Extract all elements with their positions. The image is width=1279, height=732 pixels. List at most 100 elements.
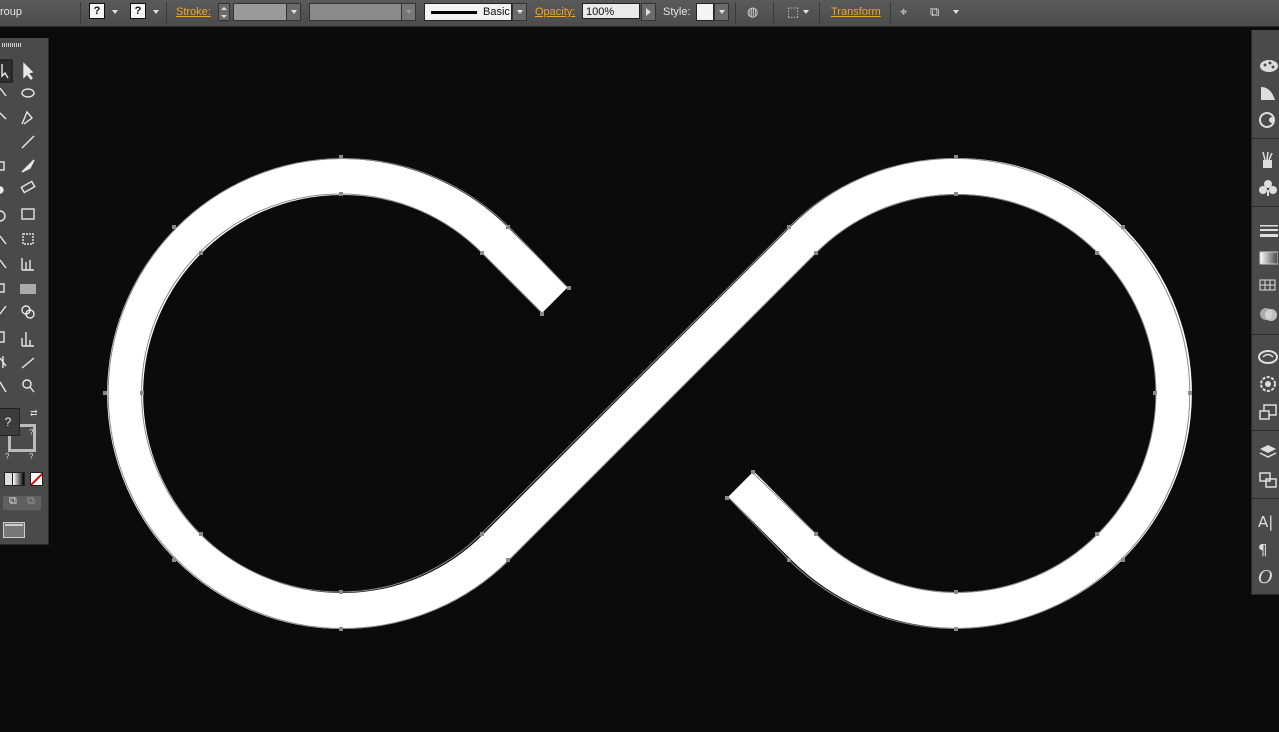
infinity-artwork[interactable] [107,158,1192,629]
pen-tool-icon-partial [0,112,7,120]
swatches-grid-icon[interactable] [1258,276,1279,296]
swap-fill-stroke-icon[interactable]: ⇄ [30,408,38,419]
stroke-link[interactable]: Stroke: [176,6,211,18]
graphic-style-swatch[interactable] [696,3,714,21]
paragraph-glyph: ¶ [1258,541,1268,559]
selection-type-label: roup [0,6,23,18]
screen-mode-button[interactable] [3,522,25,538]
stroke-dropdown-arrow[interactable] [153,10,159,14]
tool-icons [0,59,36,393]
none-mode-button[interactable] [30,472,43,486]
rotate-tool-icon [0,210,6,222]
gradient-tool-icon [20,284,36,294]
artboards-icon[interactable] [1258,402,1279,422]
panel-grip[interactable] [2,43,22,47]
recolor-artwork-icon[interactable]: ◍ [747,3,758,21]
fill-swatch-large[interactable]: ? [0,408,20,436]
dock-divider [1252,206,1279,207]
dock-divider [1252,498,1279,499]
dock-divider [1252,334,1279,335]
appearance-icon[interactable] [1258,110,1279,130]
brushes-icon[interactable] [1258,150,1279,170]
free-transform-tool-icon [22,233,34,245]
artboard-canvas[interactable] [0,0,1279,732]
stroke-weight-dropdown[interactable] [286,3,301,21]
column-graph-tool-icon [21,332,34,347]
draw-normal-icon[interactable]: ⧉ [9,495,17,508]
tools-panel: ? ? ? ? ⇄ ⧉ ⧉ [0,38,49,545]
line-tool-icon [21,135,35,149]
layers-icon[interactable] [1258,442,1279,462]
stroke-weight-field[interactable] [233,3,287,21]
artboard-tool-icon [0,356,7,368]
rectangle-tool-icon [0,161,5,171]
brush-label: Basic [483,6,510,18]
isolate-group-icon[interactable]: ⌖ [900,3,907,21]
dock-divider [1252,138,1279,139]
brush-definition[interactable]: Basic [424,3,512,21]
transparency-icon[interactable] [1258,304,1279,324]
dock-divider [1252,430,1279,431]
color-themes-icon[interactable] [1258,374,1279,394]
color-guide-icon[interactable] [1258,56,1279,76]
variable-width-profile[interactable] [309,3,403,21]
brush-preview [431,10,477,14]
transform-panel-icon[interactable] [1258,470,1279,490]
color-mode-row [4,472,43,486]
width-tool-icon [0,235,7,245]
brush-dropdown[interactable] [512,3,527,21]
divider [166,2,167,24]
symbol-sprayer-tool-icon [0,331,5,343]
drawing-modes[interactable]: ⧉ ⧉ [3,495,41,510]
stroke-swatch[interactable]: ? [130,3,146,19]
divider [819,2,820,24]
profile-dropdown[interactable] [401,3,416,21]
blob-brush-tool-icon [0,186,4,194]
pen-tool-icon [21,110,34,125]
stroke-indicator: ? [29,428,34,437]
graph-tool-icon-a [21,258,34,271]
control-bar: roup ? ? Stroke: Basic Opacity: 100% Sty… [0,0,1279,27]
zoom-tool-icon [29,386,35,393]
draw-behind-icon[interactable]: ⧉ [27,495,35,508]
transform-link[interactable]: Transform [831,6,881,18]
gradient-panel-icon[interactable] [1258,83,1279,103]
paragraph-icon[interactable]: ¶ [1258,540,1279,560]
fill-swatch[interactable]: ? [89,3,105,19]
slice-tool-icon [21,357,35,369]
eyedropper-tool-icon [0,305,7,315]
opentype-glyph: O [1258,567,1273,588]
magic-wand-tool-icon [0,87,7,97]
divider [890,2,891,24]
opacity-field[interactable]: 100% [582,3,640,19]
shape-builder-tool-icon [0,259,7,269]
gradient-mode-button[interactable] [12,472,25,486]
style-label: Style: [663,6,691,18]
creative-cloud-libraries-icon[interactable] [1258,346,1279,366]
direct-selection-tool-icon [23,62,34,81]
lasso-tool-icon [21,88,35,98]
opacity-slider-button[interactable] [641,3,656,21]
opentype-icon[interactable]: O [1258,568,1279,588]
character-glyph: A| [1258,513,1274,531]
right-panel-dock: A| ¶ O [1251,30,1279,595]
stroke-weight-stepper[interactable] [218,3,230,21]
character-icon[interactable]: A| [1258,512,1279,532]
stroke-panel-icon[interactable] [1258,220,1279,240]
hand-tool-icon [0,381,7,393]
gradient-swatch-icon[interactable] [1258,248,1279,268]
arrange-dropdown-arrow[interactable] [953,10,959,14]
divider [80,2,81,24]
align-dropdown-arrow[interactable] [803,10,809,14]
arrange-documents-icon[interactable]: ⧉ [930,3,939,21]
symbols-icon[interactable] [1258,178,1279,198]
align-to-selection-icon[interactable]: ⬚ [787,3,799,21]
style-dropdown[interactable] [714,3,729,21]
divider [735,2,736,24]
paintbrush-tool-icon [21,159,35,173]
eraser-tool-icon [20,180,36,194]
opacity-link[interactable]: Opacity: [535,6,575,18]
fill-dropdown-arrow[interactable] [112,10,118,14]
stroke-indicator: ? [29,452,34,461]
fill-stroke-swatches[interactable]: ? ? ? ? ⇄ [0,408,46,464]
